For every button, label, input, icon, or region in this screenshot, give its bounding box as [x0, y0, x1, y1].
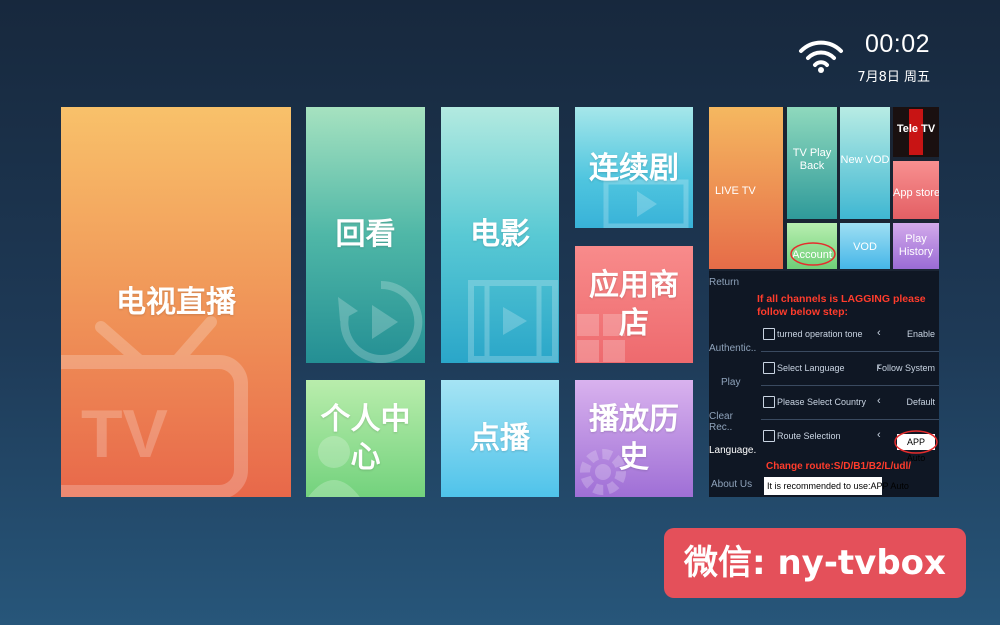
setting-row: Please Select Country ‹ Default	[761, 385, 939, 420]
mini-tile-new-vod: New VOD	[840, 107, 890, 219]
mini-tile-app-store: App store	[893, 161, 939, 219]
wechat-banner: 微信: ny-tvbox	[664, 528, 966, 598]
setting-row-name: Please Select Country	[777, 397, 867, 407]
tile-play-history-label: 播放历史	[589, 401, 679, 475]
settings-side-menu: Return Authentic.. Play Clear Rec.. Lang…	[709, 271, 757, 497]
mini-tile-play-history: Play History	[893, 223, 939, 269]
mini-tile-vod-label: VOD	[853, 241, 877, 253]
tile-series[interactable]: 连续剧	[575, 107, 693, 228]
tile-playback[interactable]: 回看	[306, 107, 425, 363]
recommend-note: It is recommended to use:APP Auto	[764, 477, 909, 495]
setting-row-value: Follow System	[876, 363, 935, 373]
tv-icon: TV	[61, 316, 248, 497]
tile-vod-label: 点播	[470, 420, 530, 456]
clock-time: 00:02	[864, 30, 930, 58]
tile-app-store-label: 应用商店	[589, 267, 679, 341]
mini-tile-new-vod-label: New VOD	[840, 154, 890, 166]
tile-movies[interactable]: 电影	[441, 107, 559, 363]
mini-tile-tele-label: Tele TV	[896, 123, 936, 135]
tile-play-history[interactable]: 播放历史	[575, 380, 693, 497]
mini-tile-tele-tv: Tele TV	[893, 107, 939, 157]
side-item-return: Return	[709, 277, 740, 288]
setting-row-name: turned operation tone	[777, 329, 863, 339]
side-item-clear: Clear Rec..	[709, 411, 733, 433]
tile-personal-center-label: 个人中心	[320, 401, 411, 475]
promo-panel[interactable]: LIVE TV TV Play Back New VOD Tele TV App…	[709, 107, 939, 497]
clock-date: 7月8日 周五	[857, 70, 930, 85]
mini-tile-account: Account	[787, 223, 837, 269]
side-item-language: Language.	[709, 445, 757, 456]
mini-tile-live-label: LIVE TV	[715, 185, 756, 197]
setting-row: turned operation tone ‹ Enable	[761, 317, 939, 352]
film-icon	[468, 280, 558, 362]
lag-warning: If all channels is LAGGING please follow…	[757, 293, 926, 318]
highlight-circle	[894, 430, 938, 454]
chevron-left-icon: ‹	[877, 327, 881, 339]
tile-app-store[interactable]: 应用商店	[575, 246, 693, 363]
settings-screen: Return Authentic.. Play Clear Rec.. Lang…	[709, 271, 939, 497]
language-icon	[763, 362, 775, 374]
setting-row-value: Enable	[906, 329, 935, 339]
tile-vod[interactable]: 点播	[441, 380, 559, 497]
mini-tile-vod: VOD	[840, 223, 890, 269]
speaker-icon	[763, 328, 775, 340]
change-route-note: Change route:S/D/B1/B2/L/udl/	[766, 461, 912, 472]
svg-text:TV: TV	[81, 396, 168, 472]
chevron-left-icon: ‹	[877, 395, 881, 407]
tile-live-tv-label: 电视直播	[116, 285, 236, 320]
tile-personal-center[interactable]: 个人中心	[306, 380, 425, 497]
setting-row: Select Language ‹ Follow System	[761, 351, 939, 386]
route-icon	[763, 430, 775, 442]
setting-row-name: Select Language	[777, 363, 845, 373]
wifi-icon	[799, 40, 843, 73]
tile-movies-label: 电影	[470, 217, 530, 252]
setting-row-name: Route Selection	[777, 431, 841, 441]
mini-tile-play-history-label: Play History	[898, 233, 934, 258]
side-item-about: About Us	[711, 479, 753, 490]
mini-tile-playback: TV Play Back	[787, 107, 837, 219]
side-item-authentic: Authentic..	[709, 343, 757, 354]
tile-series-label: 连续剧	[589, 151, 679, 186]
side-item-play: Play	[721, 377, 741, 388]
highlight-circle	[790, 242, 836, 266]
setting-row-value: Default	[906, 397, 935, 407]
replay-icon	[338, 280, 423, 363]
tile-live-tv[interactable]: TV 电视直播	[61, 107, 291, 497]
tile-playback-label: 回看	[335, 217, 396, 252]
mini-tile-live: LIVE TV	[709, 107, 783, 269]
mini-tile-playback-label: TV Play Back	[792, 147, 832, 172]
country-icon	[763, 396, 775, 408]
chevron-left-icon: ‹	[877, 429, 881, 441]
mini-tile-app-store-label: App store	[893, 187, 939, 199]
